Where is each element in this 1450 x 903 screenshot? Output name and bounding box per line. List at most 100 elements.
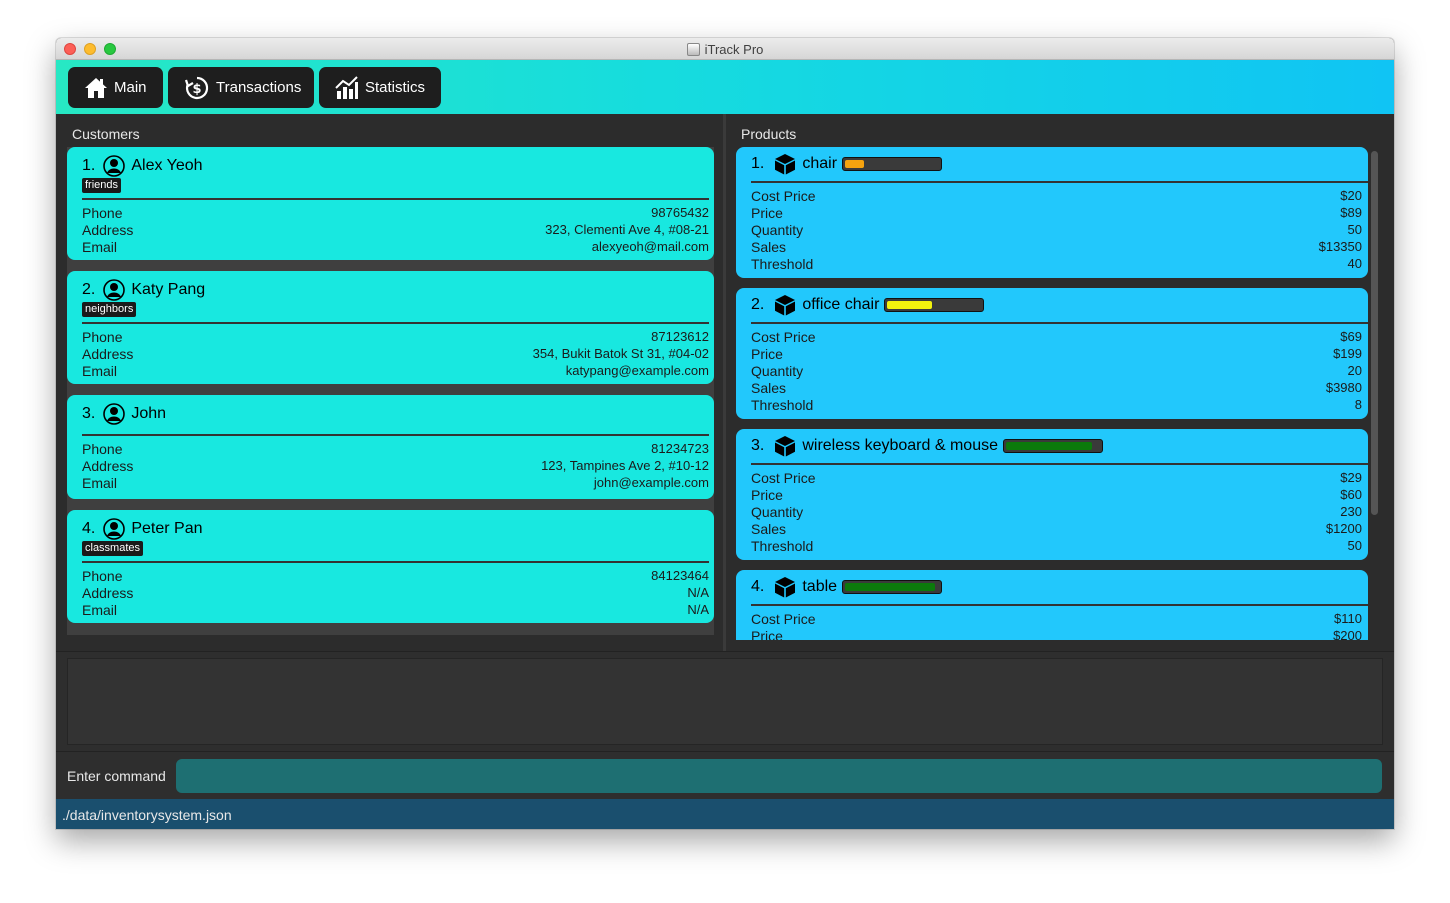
address-value: N/A [687, 585, 709, 600]
person-icon [103, 518, 126, 540]
threshold-value: 8 [1354, 397, 1362, 412]
panel-divider[interactable] [723, 114, 726, 651]
sales-value: $3980 [1325, 380, 1362, 395]
product-sales-row: Sales $1200 [751, 521, 1362, 538]
home-icon [85, 77, 107, 98]
phone-value: 81234723 [651, 441, 709, 456]
price-value: $60 [1340, 487, 1362, 502]
stock-level-fill [845, 160, 865, 168]
person-icon [103, 279, 126, 301]
customers-panel-title: Customers [72, 126, 140, 142]
email-value: N/A [687, 602, 709, 617]
dollar-cycle-icon: $ [184, 76, 209, 99]
box-icon [775, 295, 796, 316]
price-value: $200 [1333, 628, 1362, 640]
products-scrollbar[interactable] [1369, 147, 1379, 640]
price-label: Price [751, 628, 783, 640]
product-index: 1. [751, 155, 765, 172]
cost-label: Cost Price [751, 188, 816, 204]
cost-label: Cost Price [751, 611, 816, 627]
customer-email-row: Email john@example.com [82, 475, 709, 492]
sales-value: $13350 [1318, 239, 1362, 254]
address-label: Address [82, 585, 134, 601]
customer-header: 1. Alex Yeoh [82, 155, 203, 177]
product-name: table [802, 578, 838, 595]
box-icon [775, 436, 796, 457]
product-card[interactable]: 3. wireless keyboard & mouse Cost Price $… [736, 429, 1368, 560]
customer-card[interactable]: 1. Alex Yeoh friends Phone 98765432 Addre… [67, 147, 714, 260]
product-price-row: Price $200 [751, 628, 1362, 640]
tab-statistics[interactable]: Statistics [319, 67, 441, 108]
customer-email-row: Email alexyeoh@mail.com [82, 239, 709, 256]
product-list[interactable]: 1. chair Cost Price $20 Price $89 Quantity… [736, 147, 1368, 640]
threshold-label: Threshold [751, 538, 814, 554]
product-card[interactable]: 1. chair Cost Price $20 Price $89 Quantity… [736, 147, 1368, 278]
card-divider [82, 322, 709, 324]
customer-phone-row: Phone 87123612 [82, 329, 709, 346]
product-card[interactable]: 4. table Cost Price $110 Price $200 [736, 570, 1368, 640]
email-label: Email [82, 602, 118, 618]
address-value: 323, Clementi Ave 4, #08-21 [545, 222, 709, 237]
cost-value: $110 [1334, 611, 1362, 626]
address-label: Address [82, 222, 134, 238]
stock-level-fill [1005, 442, 1092, 450]
title-bar: iTrack Pro [56, 38, 1394, 60]
app-window: iTrack Pro Main $ Transactions Statistic… [56, 38, 1394, 829]
customer-header: 2. Katy Pang [82, 279, 205, 301]
customer-list[interactable]: 1. Alex Yeoh friends Phone 98765432 Addre… [67, 147, 714, 635]
customer-header: 4. Peter Pan [82, 518, 203, 540]
customer-card[interactable]: 3. John Phone 81234723 Address 123, Tampin… [67, 395, 714, 499]
customer-index: 2. [82, 281, 96, 298]
window-title-text: iTrack Pro [704, 42, 764, 57]
customer-email-row: Email N/A [82, 602, 709, 619]
email-value: alexyeoh@mail.com [591, 239, 709, 254]
product-name: wireless keyboard & mouse [802, 437, 998, 454]
product-cost-row: Cost Price $29 [751, 470, 1362, 487]
tab-transactions[interactable]: $ Transactions [168, 67, 314, 108]
product-price-row: Price $89 [751, 205, 1362, 222]
product-card[interactable]: 2. office chair Cost Price $69 Price $199 … [736, 288, 1368, 419]
command-input[interactable] [176, 759, 1382, 793]
tab-main[interactable]: Main [68, 67, 163, 108]
address-value: 354, Bukit Batok St 31, #04-02 [532, 346, 709, 361]
email-label: Email [82, 475, 118, 491]
quantity-value: 50 [1347, 222, 1362, 237]
price-label: Price [751, 487, 783, 503]
product-threshold-row: Threshold 50 [751, 538, 1362, 555]
product-price-row: Price $60 [751, 487, 1362, 504]
threshold-label: Threshold [751, 256, 814, 272]
person-icon [103, 403, 126, 425]
customer-card[interactable]: 4. Peter Pan classmates Phone 84123464 Ad… [67, 510, 714, 623]
phone-label: Phone [82, 329, 123, 345]
product-cost-row: Cost Price $69 [751, 329, 1362, 346]
customer-name: Alex Yeoh [131, 157, 203, 174]
product-name: office chair [802, 296, 880, 313]
product-sales-row: Sales $3980 [751, 380, 1362, 397]
email-label: Email [82, 239, 118, 255]
product-cost-row: Cost Price $110 [751, 611, 1362, 628]
products-scrollbar-thumb[interactable] [1371, 151, 1378, 515]
customer-header: 3. John [82, 403, 166, 425]
product-threshold-row: Threshold 8 [751, 397, 1362, 414]
card-divider [751, 604, 1368, 606]
threshold-value: 40 [1347, 256, 1362, 271]
phone-value: 84123464 [651, 568, 709, 583]
app-icon [686, 43, 700, 56]
box-icon [775, 577, 796, 598]
cost-value: $29 [1340, 470, 1362, 485]
customer-name: John [131, 405, 167, 422]
result-display[interactable] [67, 658, 1383, 745]
customer-address-row: Address N/A [82, 585, 709, 602]
box-icon [775, 154, 796, 175]
customer-card[interactable]: 2. Katy Pang neighbors Phone 87123612 Add… [67, 271, 714, 384]
products-panel-title: Products [741, 126, 797, 142]
quantity-label: Quantity [751, 222, 804, 238]
product-price-row: Price $199 [751, 346, 1362, 363]
price-label: Price [751, 346, 783, 362]
price-label: Price [751, 205, 783, 221]
tab-main-label: Main [114, 79, 147, 96]
phone-label: Phone [82, 205, 123, 221]
person-icon [103, 155, 126, 177]
customer-index: 4. [82, 520, 96, 537]
card-divider [751, 181, 1368, 183]
